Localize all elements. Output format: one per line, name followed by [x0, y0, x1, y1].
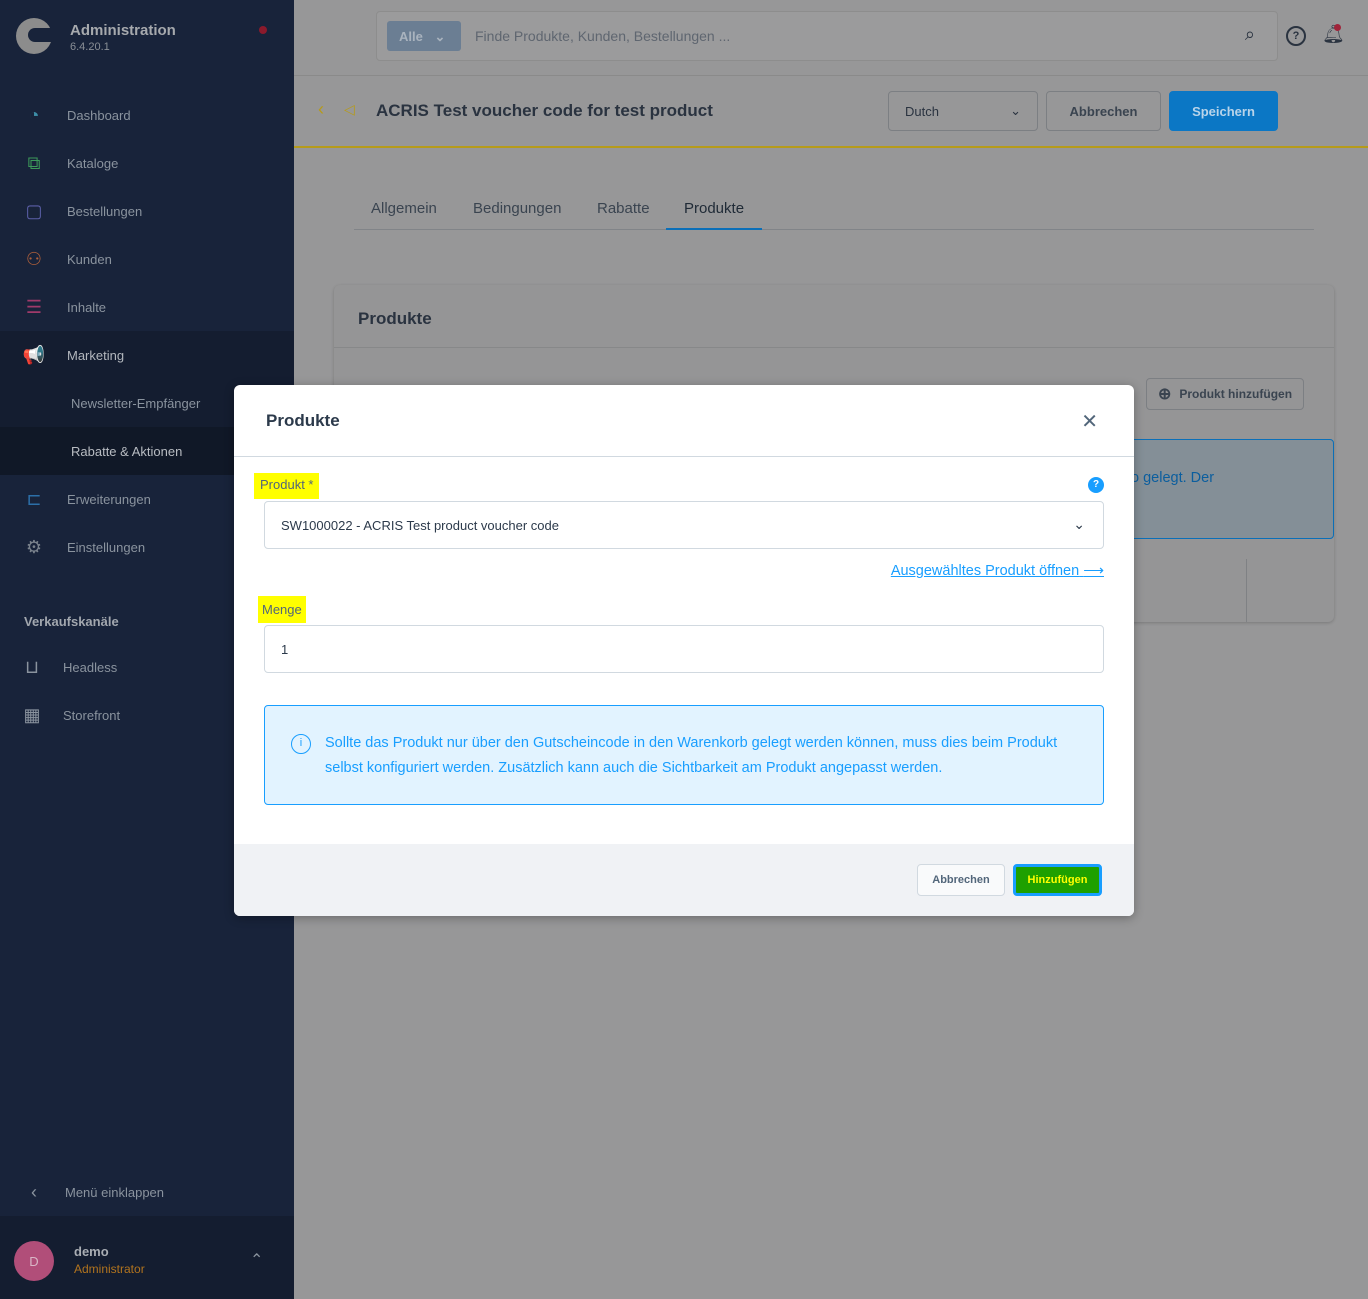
label: Storefront: [63, 707, 121, 723]
add-product-button[interactable]: ⊕ Produkt hinzufügen: [1146, 378, 1304, 410]
megaphone-icon: ◁: [344, 101, 355, 117]
sidebar-item-kataloge[interactable]: ⧉ Kataloge: [0, 139, 294, 187]
tab-rabatte[interactable]: Rabatte: [597, 200, 650, 217]
label: Menü einklappen: [65, 1184, 165, 1200]
app-version: 6.4.20.1: [70, 41, 110, 53]
content-icon: ☰: [25, 296, 43, 317]
search-type: Alle: [399, 29, 423, 44]
save-button[interactable]: Speichern: [1169, 91, 1278, 131]
catalog-icon: ⧉: [27, 152, 41, 173]
label: Rabatte & Aktionen: [71, 443, 183, 459]
modal-add-button[interactable]: Hinzufügen: [1013, 864, 1102, 896]
storefront-icon: ▦: [23, 704, 41, 725]
basket-icon: ⊔: [24, 656, 40, 677]
label: Dashboard: [67, 107, 131, 123]
app-title: Administration: [70, 22, 176, 39]
label: Ausgewähltes Produkt öffnen: [890, 563, 1080, 579]
search-type-select[interactable]: Alle ⌄: [387, 21, 461, 51]
plug-icon: ⊏: [26, 488, 42, 509]
label: Newsletter-Empfänger: [71, 395, 201, 411]
card-title: Produkte: [334, 285, 1334, 348]
dashboard-icon: ◔: [28, 104, 40, 125]
chevron-down-icon: ⌄: [434, 29, 446, 44]
tab-produkte[interactable]: Produkte: [684, 200, 744, 217]
page-title: ACRIS Test voucher code for test product: [376, 101, 713, 120]
chevron-down-icon: ⌄: [1010, 103, 1021, 118]
collapse-menu[interactable]: ‹ Menü einklappen: [0, 1168, 294, 1216]
search-bar[interactable]: Alle ⌄ Finde Produkte, Kunden, Bestellun…: [376, 11, 1278, 61]
help-icon[interactable]: ?: [1286, 26, 1306, 46]
active-tab-indicator: [666, 228, 762, 230]
divider: [1246, 559, 1247, 622]
user-menu[interactable]: D demo Administrator ⌃: [0, 1216, 294, 1299]
arrow-right-icon: ⟶: [1083, 563, 1104, 579]
language-select[interactable]: Dutch ⌄: [888, 91, 1038, 131]
status-dot: [259, 26, 267, 34]
sidebar-item-kunden[interactable]: ⚇ Kunden: [0, 235, 294, 283]
sidebar-item-bestellungen[interactable]: ▢ Bestellungen: [0, 187, 294, 235]
brand: Administration 6.4.20.1: [16, 18, 176, 54]
chevron-left-circle-icon: ‹: [31, 1181, 37, 1202]
language-value: Dutch: [905, 103, 939, 119]
quantity-field[interactable]: 1: [264, 625, 1104, 673]
user-name: demo: [74, 1244, 109, 1259]
chevron-up-icon[interactable]: ⌃: [250, 1250, 263, 1270]
section-title: Verkaufskanäle: [24, 614, 119, 629]
product-select[interactable]: SW1000022 - ACRIS Test product voucher c…: [264, 501, 1104, 549]
label: Kunden: [67, 251, 112, 267]
info-fragment: o gelegt. Der: [1131, 470, 1215, 486]
label: Bestellungen: [67, 203, 143, 219]
sidebar-item-inhalte[interactable]: ☰ Inhalte: [0, 283, 294, 331]
gear-icon: ⚙: [25, 536, 43, 557]
search-icon[interactable]: ⌕: [1245, 24, 1255, 45]
info-alert: i Sollte das Produkt nur über den Gutsch…: [264, 705, 1104, 805]
close-icon[interactable]: ✕: [1081, 409, 1098, 434]
sidebar-item-dashboard[interactable]: ◔ Dashboard: [0, 91, 294, 139]
label: Einstellungen: [67, 539, 146, 555]
quantity-label: Menge: [258, 596, 306, 623]
megaphone-icon: 📢: [22, 344, 46, 365]
info-text: Sollte das Produkt nur über den Gutschei…: [325, 735, 1058, 776]
label: Kataloge: [67, 155, 119, 171]
notification-dot: [1334, 24, 1341, 31]
orders-icon: ▢: [25, 200, 43, 221]
label: Inhalte: [67, 299, 107, 315]
help-icon[interactable]: ?: [1088, 477, 1104, 493]
sidebar-item-marketing[interactable]: 📢 Marketing: [0, 331, 294, 379]
label: Produkt hinzufügen: [1179, 387, 1293, 401]
tabs: Allgemein Bedingungen Rabatte Produkte: [354, 190, 1314, 230]
products-modal: Produkte ✕ Produkt * ? SW1000022 - ACRIS…: [234, 385, 1134, 916]
label: Erweiterungen: [67, 491, 151, 507]
back-chevron-icon[interactable]: ‹: [318, 99, 324, 120]
info-icon: i: [291, 734, 311, 754]
plus-circle-icon: ⊕: [1157, 386, 1172, 403]
chevron-down-icon: ⌄: [1073, 516, 1085, 532]
topbar: Alle ⌄ Finde Produkte, Kunden, Bestellun…: [294, 0, 1368, 76]
search-input[interactable]: Finde Produkte, Kunden, Bestellungen ...: [475, 28, 730, 44]
product-label: Produkt *: [254, 473, 320, 499]
shopware-logo: [16, 18, 52, 54]
user-role: Administrator: [74, 1262, 145, 1276]
product-value: SW1000022 - ACRIS Test product voucher c…: [281, 518, 559, 533]
customers-icon: ⚇: [25, 248, 43, 269]
info-alert-background: o gelegt. Der: [1114, 439, 1334, 539]
modal-title: Produkte: [266, 411, 340, 430]
avatar: D: [14, 1241, 54, 1281]
cancel-button[interactable]: Abbrechen: [1046, 91, 1161, 131]
open-product-link[interactable]: Ausgewähltes Produkt öffnen ⟶: [891, 563, 1104, 579]
tab-bedingungen[interactable]: Bedingungen: [473, 200, 561, 217]
modal-footer: Abbrechen Hinzufügen: [234, 844, 1134, 916]
label: Headless: [63, 659, 118, 675]
tab-allgemein[interactable]: Allgemein: [371, 200, 437, 217]
label: Marketing: [67, 347, 125, 363]
smart-bar: ‹ ◁ ACRIS Test voucher code for test pro…: [294, 77, 1368, 148]
modal-cancel-button[interactable]: Abbrechen: [917, 864, 1005, 896]
